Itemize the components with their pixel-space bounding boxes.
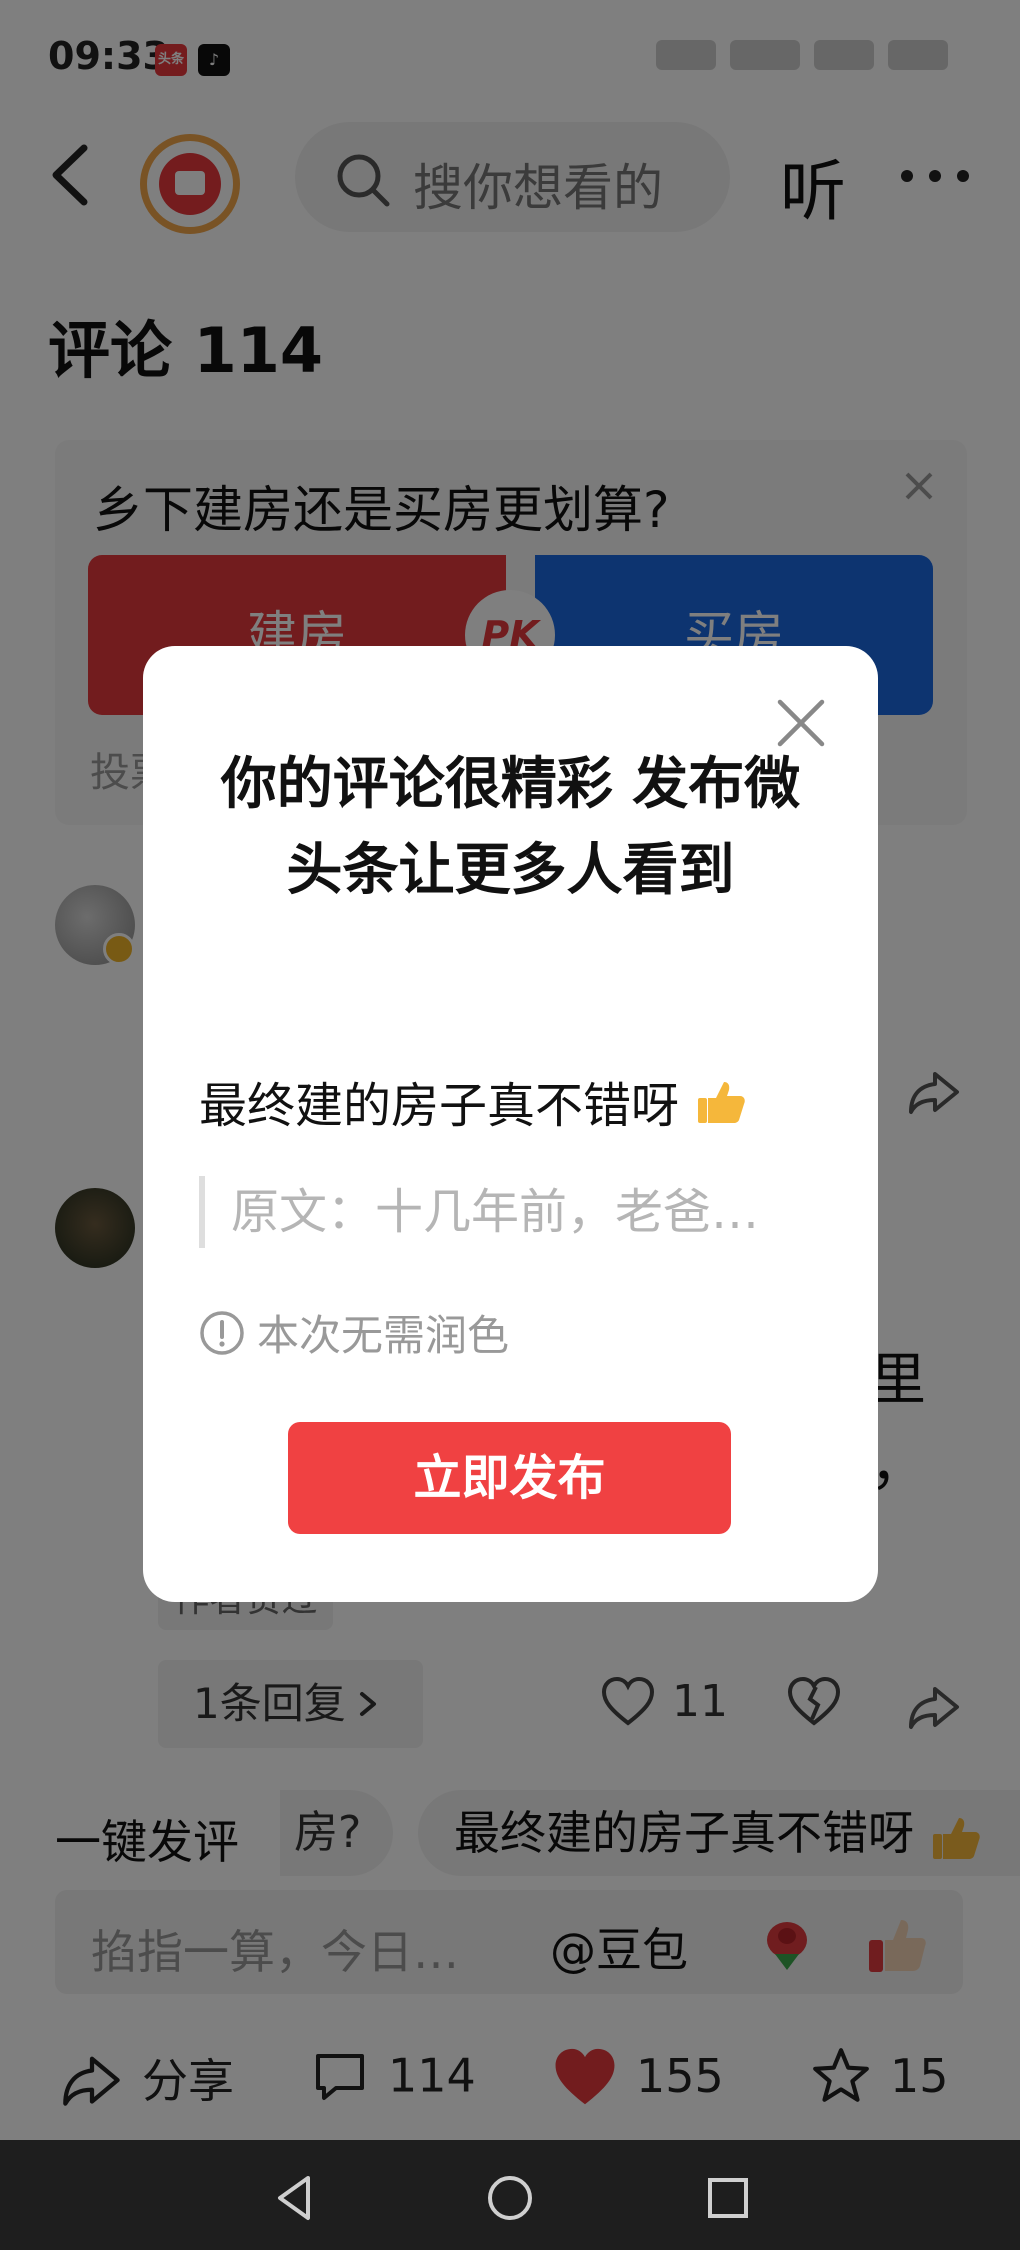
nav-recents-icon bbox=[708, 2178, 748, 2218]
dialog-title: 你的评论很精彩 发布微头条让更多人看到 bbox=[220, 752, 801, 903]
thumbs-up-emoji bbox=[698, 1082, 746, 1123]
publish-now-button[interactable]: 立即发布 bbox=[288, 1422, 731, 1534]
nav-back-button[interactable] bbox=[268, 2170, 324, 2226]
system-nav-bar bbox=[0, 2140, 1020, 2250]
nav-home-button[interactable] bbox=[482, 2170, 538, 2226]
publish-suggestion-dialog: 你的评论很精彩 发布微头条让更多人看到 最终建的房子真不错呀 原文：十几年前，老… bbox=[143, 646, 878, 1602]
original-comment-quote: 原文：十几年前，老爸… bbox=[199, 1176, 799, 1248]
nav-back-icon bbox=[278, 2176, 310, 2220]
nav-recents-button[interactable] bbox=[700, 2170, 756, 2226]
info-icon bbox=[200, 1310, 244, 1355]
polished-text: 最终建的房子真不错呀 bbox=[199, 1078, 680, 1134]
polish-notice: 本次无需润色 bbox=[199, 1302, 509, 1363]
polish-notice-text: 本次无需润色 bbox=[257, 1311, 510, 1360]
polished-comment-text: 最终建的房子真不错呀 bbox=[199, 1066, 748, 1136]
nav-home-icon bbox=[488, 2176, 532, 2220]
